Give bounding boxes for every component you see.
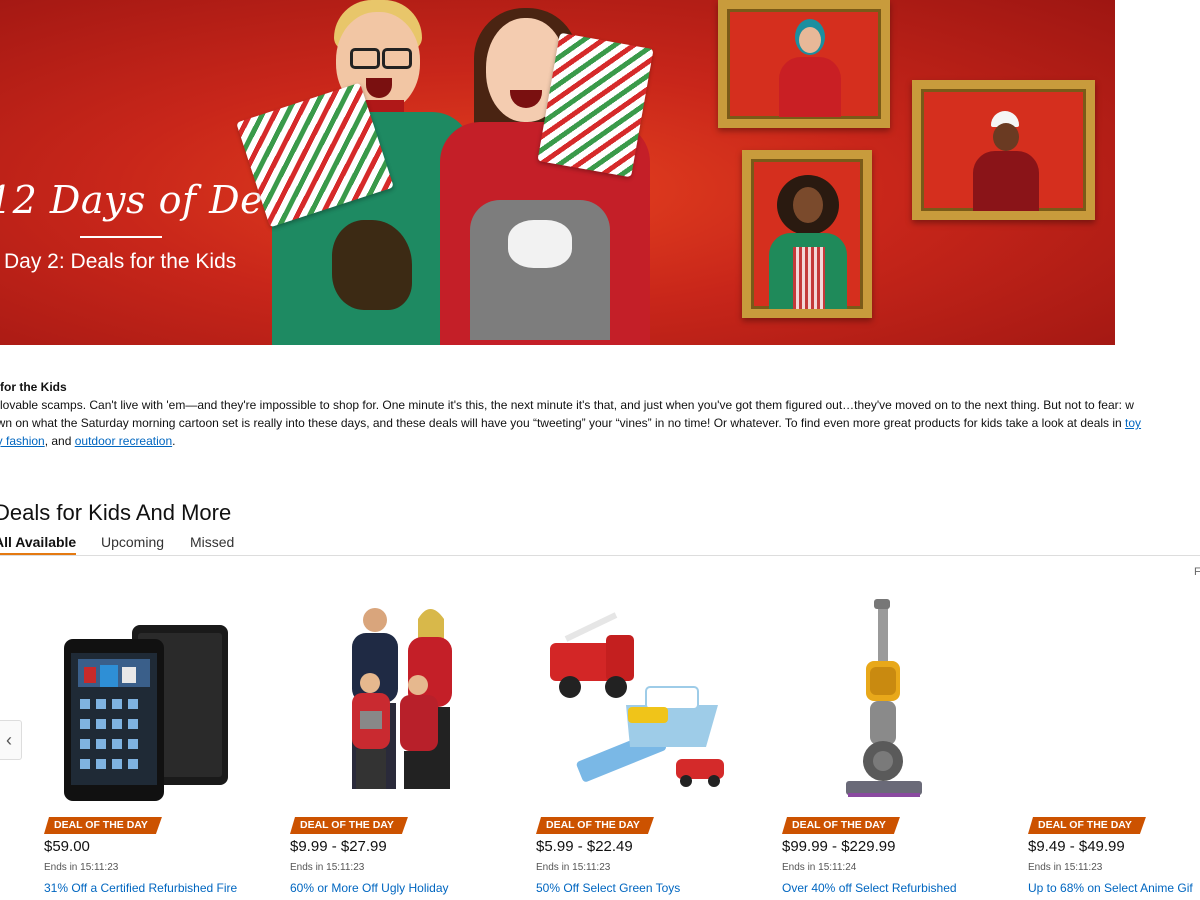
deal-countdown: Ends in 15:11:24 xyxy=(782,862,857,873)
tablet-icon[interactable] xyxy=(44,595,254,805)
banner-subtitle: Day 2: Deals for the Kids xyxy=(4,250,237,273)
product-title-link[interactable]: 31% Off a Certified Refurbished Fire xyxy=(44,881,237,895)
deal-countdown: Ends in 15:11:23 xyxy=(44,862,119,873)
toy-trucks-icon[interactable] xyxy=(536,595,746,805)
carousel-prev-button[interactable]: ‹ xyxy=(0,720,22,760)
tab-all-available[interactable]: All Available xyxy=(0,534,77,555)
deal-badge: DEAL OF THE DAY xyxy=(44,817,162,834)
page: 12 Days of Deals Day 2: Deals for the Ki… xyxy=(0,0,1200,900)
intro-line-2: own on what the Saturday morning cartoon… xyxy=(0,414,1200,432)
anime-gift-icon[interactable] xyxy=(1028,595,1200,805)
deal-countdown: Ends in 15:11:23 xyxy=(290,862,365,873)
banner-divider xyxy=(80,236,162,238)
tab-missed[interactable]: Missed xyxy=(190,534,234,553)
deal-badge: DEAL OF THE DAY xyxy=(536,817,654,834)
product-price: $59.00 xyxy=(44,838,90,855)
deal-badge: DEAL OF THE DAY xyxy=(290,817,408,834)
product-card[interactable]: DEAL OF THE DAY $99.99 - $229.99 Ends in… xyxy=(782,595,1002,900)
corner-glyph: F xyxy=(1194,566,1200,578)
intro-line-3-mid: , and xyxy=(44,434,75,448)
tabs-divider xyxy=(0,555,1200,556)
deal-countdown: Ends in 15:11:23 xyxy=(1028,862,1103,873)
tab-upcoming[interactable]: Upcoming xyxy=(101,534,164,553)
intro-heading: s for the Kids xyxy=(0,380,67,394)
intro-line-2-text: own on what the Saturday morning cartoon… xyxy=(0,416,1126,430)
deal-badge: DEAL OF THE DAY xyxy=(1028,817,1146,834)
product-price: $5.99 - $22.49 xyxy=(536,838,633,855)
intro-text: s for the Kids e lovable scamps. Can't l… xyxy=(0,378,1200,450)
product-title-link[interactable]: 50% Off Select Green Toys xyxy=(536,881,680,895)
toys-link[interactable]: toy xyxy=(1125,416,1141,430)
family-sweaters-icon[interactable] xyxy=(290,595,500,805)
product-title-link[interactable]: Over 40% off Select Refurbished xyxy=(782,881,957,895)
product-card[interactable]: DEAL OF THE DAY $59.00 Ends in 15:11:23 … xyxy=(44,595,264,900)
portrait-frame-woman-blue-hair xyxy=(718,0,890,128)
product-price: $99.99 - $229.99 xyxy=(782,838,896,855)
deal-badge: DEAL OF THE DAY xyxy=(782,817,900,834)
product-price: $9.99 - $27.99 xyxy=(290,838,387,855)
intro-line-1: e lovable scamps. Can't live with 'em—an… xyxy=(0,398,1134,412)
product-title-link[interactable]: Up to 68% on Select Anime Gif xyxy=(1028,881,1193,895)
baby-fashion-link[interactable]: by fashion xyxy=(0,434,45,448)
product-title-link[interactable]: 60% or More Off Ugly Holiday xyxy=(290,881,449,895)
outdoor-recreation-link[interactable]: outdoor recreation xyxy=(75,434,172,448)
deals-section-title: Deals for Kids And More xyxy=(0,500,232,525)
intro-line-3-end: . xyxy=(172,434,176,448)
chevron-left-icon: ‹ xyxy=(6,729,12,750)
hero-banner[interactable]: 12 Days of Deals Day 2: Deals for the Ki… xyxy=(0,0,1115,345)
deal-countdown: Ends in 15:11:23 xyxy=(536,862,611,873)
vacuum-icon[interactable] xyxy=(782,595,992,805)
portrait-frame-woman-apron xyxy=(742,150,872,318)
product-card[interactable]: DEAL OF THE DAY $9.49 - $49.99 Ends in 1… xyxy=(1028,595,1200,900)
intro-line-3: by fashion, and outdoor recreation. xyxy=(0,432,1200,450)
product-price: $9.49 - $49.99 xyxy=(1028,838,1125,855)
product-card[interactable]: DEAL OF THE DAY $9.99 - $27.99 Ends in 1… xyxy=(290,595,510,900)
product-card[interactable]: DEAL OF THE DAY $5.99 - $22.49 Ends in 1… xyxy=(536,595,756,900)
portrait-frame-man-santa-hat xyxy=(912,80,1095,220)
